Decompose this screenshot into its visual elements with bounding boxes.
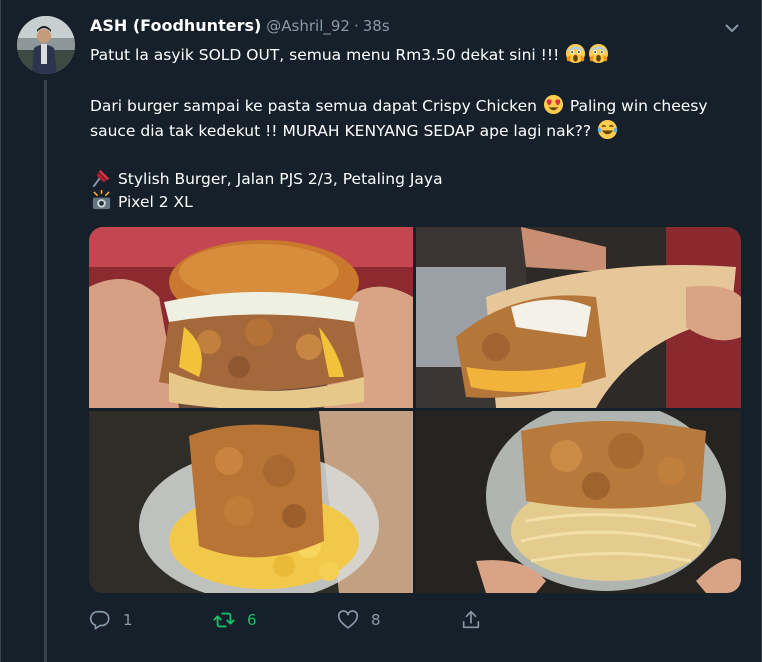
pasta-photo[interactable] (416, 411, 741, 593)
reply-button[interactable]: 1 (89, 606, 133, 634)
tweet-text-line-2: Dari burger sampai ke pasta semua dapat … (90, 94, 708, 117)
frame-border-left (0, 0, 1, 662)
reply-icon (89, 610, 110, 630)
retweet-icon (213, 612, 235, 628)
scream-emoji (589, 43, 609, 64)
tweet-device-line: Pixel 2 XL (90, 190, 193, 213)
tweet-timestamp[interactable]: 38s (363, 17, 390, 35)
heart-eyes-emoji (543, 94, 563, 115)
chevron-down-icon[interactable] (724, 20, 740, 36)
retweet-count: 6 (247, 611, 257, 629)
tweet-media-grid (89, 227, 741, 593)
share-button[interactable] (460, 606, 482, 634)
tears-of-joy-emoji (597, 119, 618, 140)
tweet-location-line: Stylish Burger, Jalan PJS 2/3, Petaling … (90, 167, 443, 190)
thread-line (44, 80, 47, 662)
author-name[interactable]: ASH (Foodhunters) (90, 16, 261, 35)
like-count: 8 (371, 611, 381, 629)
share-icon (462, 610, 480, 629)
pushpin-emoji (92, 169, 110, 188)
tweet-text-line-1: Patut la asyik SOLD OUT, semua menu Rm3.… (90, 43, 610, 66)
mac-and-cheese-photo[interactable] (89, 411, 413, 593)
scream-emoji (566, 43, 586, 64)
tweet-header: ASH (Foodhunters) @Ashril_92 · 38s (90, 16, 390, 38)
heart-icon (337, 610, 359, 629)
camera-flash-emoji (92, 190, 111, 210)
like-button[interactable]: 8 (337, 606, 381, 634)
separator-dot: · (353, 17, 359, 35)
burger-photo[interactable] (89, 227, 413, 408)
wrap-photo[interactable] (416, 227, 741, 408)
reply-count: 1 (123, 611, 133, 629)
author-handle[interactable]: @Ashril_92 (266, 17, 350, 35)
tweet-text-line-3: sauce dia tak kedekut !! MURAH KENYANG S… (90, 119, 619, 142)
retweet-button[interactable]: 6 (213, 606, 257, 634)
avatar[interactable] (17, 16, 75, 74)
